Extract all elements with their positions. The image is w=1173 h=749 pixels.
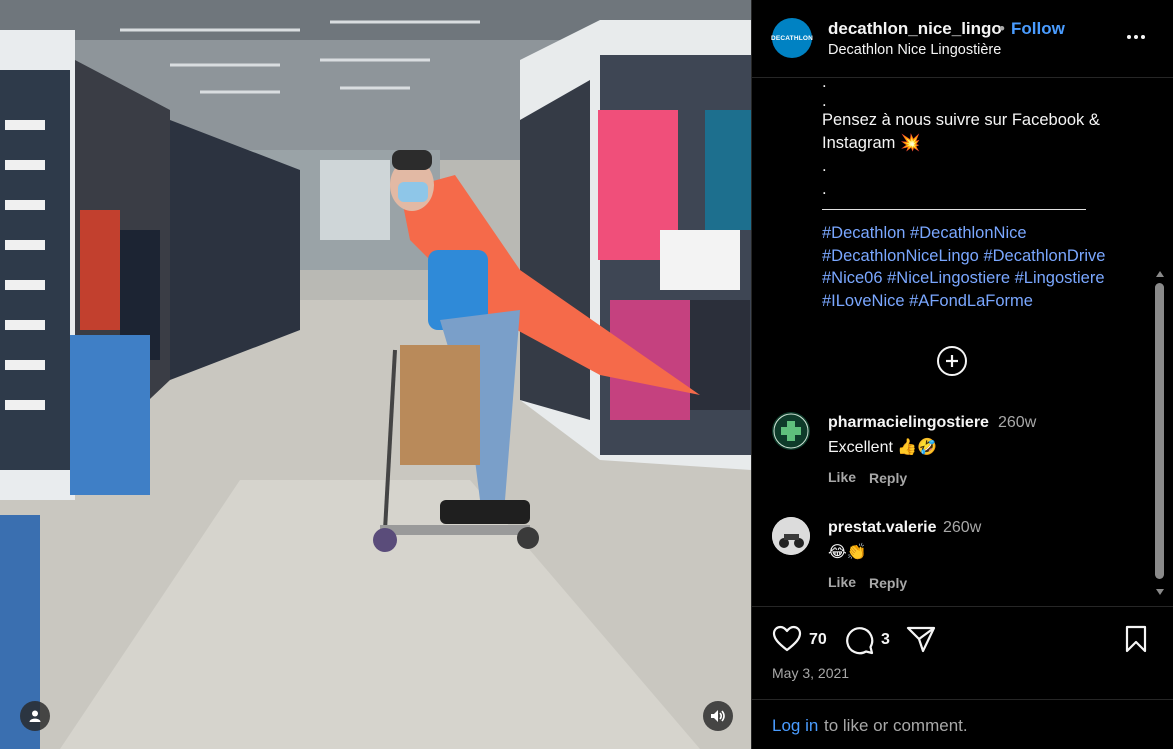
speaker-icon [711,710,725,722]
comment-time[interactable]: 260w [943,519,981,537]
comment-like-button[interactable]: Like [828,469,856,485]
comment-reply-button[interactable]: Reply [869,470,907,486]
bookmark-icon[interactable] [1124,625,1148,653]
comment-time[interactable]: 260w [998,414,1036,432]
more-options-icon[interactable] [1124,27,1148,47]
scroll-down-arrow[interactable] [1156,589,1164,595]
hashtag-line[interactable]: #DecathlonNiceLingo #DecathlonDrive [822,245,1105,267]
heart-icon[interactable] [772,625,802,653]
hashtag-line[interactable]: #ILoveNice #AFondLaForme [822,290,1033,312]
commenter-avatar[interactable] [772,517,810,555]
comment-reply-button[interactable]: Reply [869,575,907,591]
plus-circle-icon [946,355,958,367]
caption-and-comments[interactable]: . . Pensez à nous suivre sur Facebook & … [752,79,1173,606]
account-avatar[interactable]: DECATHLON [770,18,814,58]
comment-text: 😂👏 [828,544,867,561]
pharmacy-cross-logo [773,413,809,449]
caption-divider [822,209,1086,210]
hashtag-line[interactable]: #Decathlon #DecathlonNice [822,222,1027,244]
commenter-avatar[interactable] [772,412,810,450]
scrollbar-thumb[interactable] [1155,283,1164,579]
hashtag-line[interactable]: #Nice06 #NiceLingostiere #Lingostiere [822,267,1105,289]
scroll-up-arrow[interactable] [1156,271,1164,277]
avatar-logo-text: DECATHLON [770,34,814,42]
follow-button[interactable]: Follow [1011,19,1065,39]
motorcycle-photo [772,517,810,555]
load-more-comments-button[interactable] [937,346,967,376]
login-link[interactable]: Log in [772,716,818,736]
comment-text: Excellent 👍🤣 [828,439,938,456]
post-date[interactable]: May 3, 2021 [772,665,849,681]
audio-toggle-button[interactable] [703,701,733,731]
comments-scrollbar[interactable] [1154,79,1166,604]
login-prompt-text: to like or comment. [824,716,968,735]
caption-line: Instagram 💥 [822,134,921,152]
login-prompt: Log in to like or comment. [752,699,1173,749]
user-tag-button[interactable] [20,701,50,731]
post-actions: 70 3 May 3, 2021 Log in to like or comme… [752,606,1173,749]
post-media-video[interactable] [0,0,751,749]
comment-like-button[interactable]: Like [828,574,856,590]
post-header: DECATHLON decathlon_nice_lingo • Follow … [752,0,1173,78]
account-username[interactable]: decathlon_nice_lingo [828,19,1002,39]
likes-count: 70 [809,631,827,648]
share-icon[interactable] [906,625,936,653]
caption-line: . [822,157,827,175]
post-panel: DECATHLON decathlon_nice_lingo • Follow … [751,0,1173,749]
comments-count: 3 [881,631,890,648]
header-separator: • [999,19,1005,38]
video-frame [0,0,751,749]
caption-line: Pensez à nous suivre sur Facebook & [822,111,1100,129]
post-location[interactable]: Decathlon Nice Lingostière [828,42,1001,58]
comment-icon[interactable] [844,625,874,655]
caption-line: . [822,180,827,198]
comment-username[interactable]: prestat.valerie [828,519,937,537]
user-tag-icon [29,710,41,722]
comment-username[interactable]: pharmacielingostiere [828,414,989,432]
